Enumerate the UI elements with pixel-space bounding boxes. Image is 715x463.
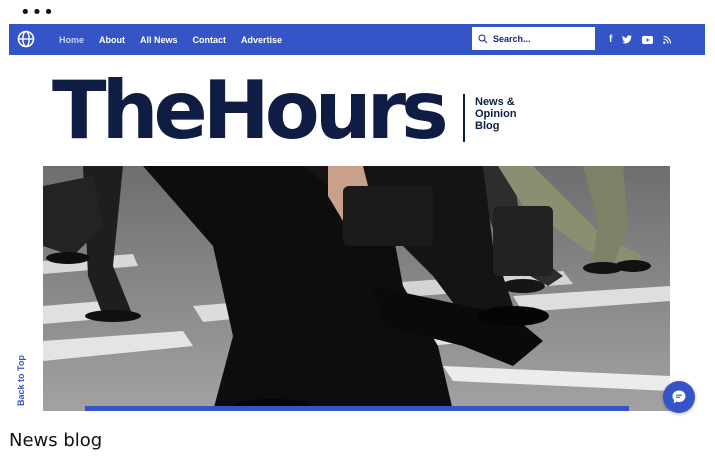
nav-all-news[interactable]: All News — [140, 35, 178, 45]
hero-image — [43, 166, 670, 411]
twitter-icon[interactable] — [622, 35, 633, 44]
search-icon — [478, 34, 488, 43]
more-options-icon[interactable]: ••• — [20, 4, 55, 22]
site-tagline: News & Opinion Blog — [475, 96, 517, 132]
search-box[interactable] — [472, 27, 595, 50]
section-title: News blog — [9, 430, 103, 451]
back-to-top-link[interactable]: Back to Top — [16, 346, 30, 406]
search-input[interactable] — [493, 33, 588, 44]
globe-logo-icon[interactable] — [17, 30, 35, 48]
nav-contact[interactable]: Contact — [193, 35, 227, 45]
logo-divider — [463, 94, 465, 142]
site-navbar: Home About All News Contact Advertise f — [9, 24, 705, 55]
chat-icon — [672, 390, 686, 403]
hero-photo-pedestrians — [43, 166, 670, 411]
nav-about[interactable]: About — [99, 35, 125, 45]
nav-links: Home About All News Contact Advertise — [59, 24, 297, 55]
nav-advertise[interactable]: Advertise — [241, 35, 282, 45]
chat-button[interactable] — [663, 381, 695, 413]
youtube-icon[interactable] — [642, 35, 654, 44]
rss-icon[interactable] — [663, 35, 672, 44]
social-links: f — [609, 24, 681, 55]
site-logo[interactable]: TheHours — [52, 66, 449, 156]
facebook-icon[interactable]: f — [609, 34, 612, 45]
hero-progress-bar — [85, 406, 629, 411]
nav-home[interactable]: Home — [59, 35, 84, 45]
